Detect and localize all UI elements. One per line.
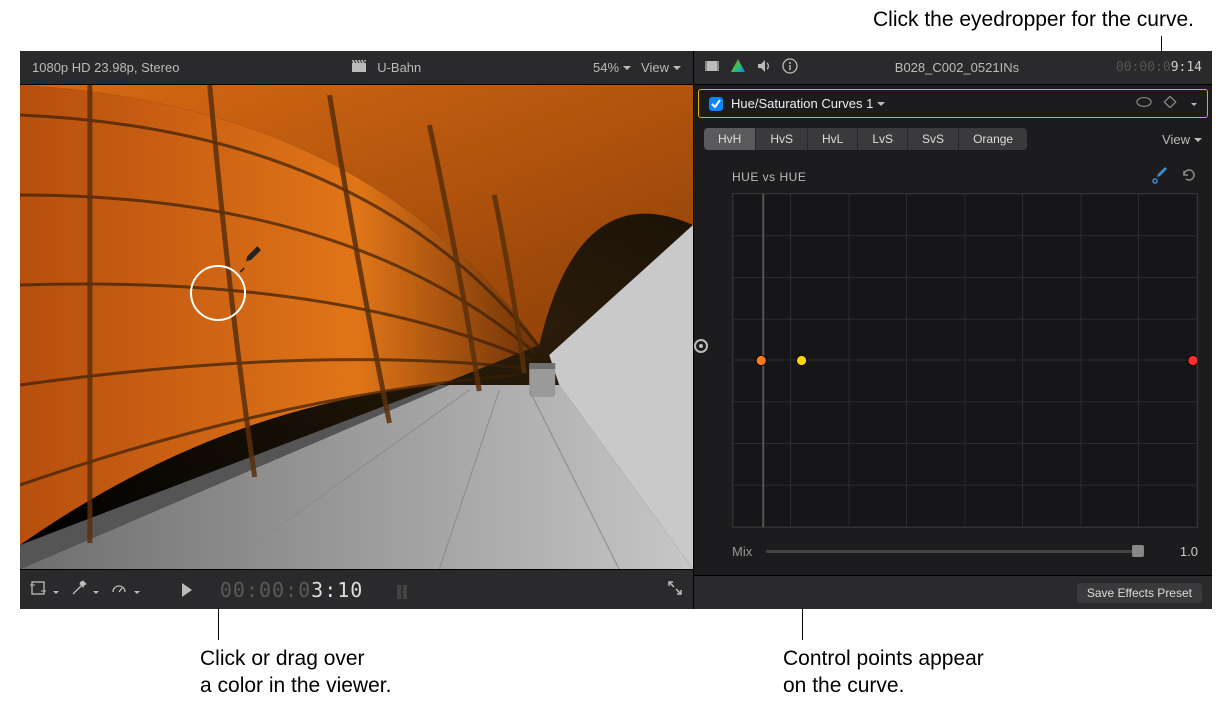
curve-view-dropdown[interactable]: View — [1162, 132, 1202, 147]
control-point-2[interactable] — [797, 356, 807, 366]
viewer-panel: 1080p HD 23.98p, Stereo U-Bahn 54% View — [20, 51, 694, 609]
effect-name-dropdown[interactable]: Hue/Saturation Curves 1 — [731, 96, 885, 111]
inspector-timecode: 00:00:09:14 — [1116, 60, 1202, 75]
reset-button[interactable] — [1180, 166, 1198, 187]
viewer-header: 1080p HD 23.98p, Stereo U-Bahn 54% View — [20, 51, 693, 85]
mask-icon[interactable] — [1136, 96, 1152, 111]
tab-lvs[interactable]: LvS — [858, 128, 908, 150]
video-inspector-icon[interactable] — [704, 58, 720, 77]
eyedropper-button[interactable] — [1152, 166, 1170, 187]
clapperboard-icon — [351, 58, 367, 77]
tab-hvs[interactable]: HvS — [756, 128, 808, 150]
audio-inspector-icon[interactable] — [756, 58, 772, 77]
curve-title: HUE vs HUE — [732, 170, 806, 184]
audio-meter — [397, 581, 407, 599]
viewer-timecode[interactable]: 00:00:03:10 — [220, 578, 363, 602]
curve-tabs-row: HvH HvS HvL LvS SvS Orange View — [694, 122, 1212, 156]
enhance-tool-menu[interactable] — [71, 580, 100, 599]
tab-hvh[interactable]: HvH — [704, 128, 756, 150]
callout-control-points: Control points appear on the curve. — [783, 645, 1063, 700]
effect-menu-chevron[interactable] — [1188, 96, 1197, 111]
inspector-header: B028_C002_0521INs 00:00:09:14 — [694, 51, 1212, 85]
tab-svs[interactable]: SvS — [908, 128, 959, 150]
clip-title: U-Bahn — [377, 60, 421, 75]
inspector-panel: B028_C002_0521INs 00:00:09:14 Hue/Satura… — [694, 51, 1212, 609]
retime-tool-menu[interactable] — [111, 580, 140, 599]
curve-area: HUE vs HUE — [694, 156, 1212, 536]
clip-format-label: 1080p HD 23.98p, Stereo — [32, 60, 179, 75]
save-effects-preset-button[interactable]: Save Effects Preset — [1077, 583, 1202, 603]
play-button[interactable] — [182, 583, 192, 597]
mix-label: Mix — [732, 544, 752, 559]
mix-row: Mix 1.0 — [694, 536, 1212, 558]
curve-anchor-handle[interactable] — [694, 339, 708, 353]
app-frame: 1080p HD 23.98p, Stereo U-Bahn 54% View — [20, 51, 1212, 609]
tab-hvl[interactable]: HvL — [808, 128, 858, 150]
effect-enable-checkbox[interactable] — [709, 97, 723, 111]
fullscreen-button[interactable] — [667, 580, 683, 599]
info-inspector-icon[interactable] — [782, 58, 798, 77]
viewer-footer: 00:00:03:10 — [20, 569, 693, 609]
view-dropdown[interactable]: View — [641, 60, 681, 75]
effect-row[interactable]: Hue/Saturation Curves 1 — [698, 89, 1208, 118]
control-point-1[interactable] — [756, 356, 766, 366]
callout-click-drag: Click or drag over a color in the viewer… — [200, 645, 460, 700]
keyframe-icon[interactable] — [1162, 96, 1178, 111]
color-inspector-icon[interactable] — [730, 58, 746, 77]
inspector-footer: Save Effects Preset — [694, 575, 1212, 609]
hue-curve-graph[interactable] — [732, 193, 1198, 528]
control-point-end[interactable] — [1188, 356, 1197, 366]
callout-eyedropper: Click the eyedropper for the curve. — [873, 6, 1194, 33]
mix-value[interactable]: 1.0 — [1158, 544, 1198, 559]
tab-orange[interactable]: Orange — [959, 128, 1027, 150]
curve-type-segmented[interactable]: HvH HvS HvL LvS SvS Orange — [704, 128, 1027, 150]
mix-slider[interactable] — [766, 550, 1144, 553]
zoom-dropdown[interactable]: 54% — [593, 60, 631, 75]
viewer-canvas[interactable] — [20, 85, 693, 569]
crop-tool-menu[interactable] — [30, 580, 59, 599]
inspector-clip-name: B028_C002_0521INs — [895, 60, 1019, 75]
